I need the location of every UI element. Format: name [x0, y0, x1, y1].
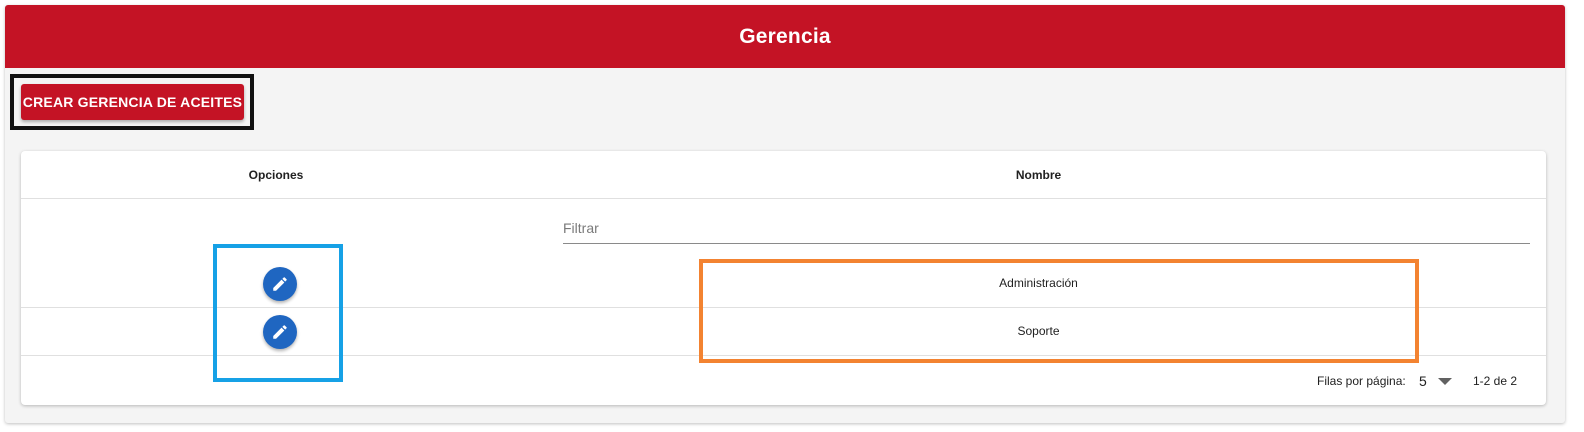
filter-input[interactable] — [563, 212, 1530, 244]
table-pagination: Filas por página: 5 1-2 de 2 — [21, 355, 1546, 405]
page-title: Gerencia — [739, 24, 831, 48]
row-name-cell: Administración — [999, 275, 1078, 290]
edit-button[interactable] — [263, 315, 297, 349]
gerencia-table: Opciones Nombre Administración Soporte F… — [21, 151, 1546, 405]
edit-button[interactable] — [263, 267, 297, 301]
rows-per-page-select[interactable]: 5 — [1419, 371, 1453, 391]
chevron-down-icon — [1437, 376, 1453, 386]
pagination-range: 1-2 de 2 — [1473, 374, 1518, 388]
pencil-icon — [271, 323, 289, 341]
table-row: Administración — [21, 259, 1546, 306]
column-header-opciones[interactable]: Opciones — [21, 151, 531, 198]
column-header-nombre[interactable]: Nombre — [531, 151, 1546, 198]
rows-per-page-label: Filas por página: — [1317, 374, 1406, 388]
row-name-cell: Soporte — [1017, 323, 1060, 338]
rows-per-page-value: 5 — [1419, 373, 1427, 389]
create-gerencia-button[interactable]: CREAR GERENCIA DE ACEITES — [21, 84, 244, 120]
table-row: Soporte — [21, 307, 1546, 354]
header-divider — [21, 198, 1546, 199]
page-header: Gerencia — [5, 5, 1565, 68]
pencil-icon — [271, 275, 289, 293]
